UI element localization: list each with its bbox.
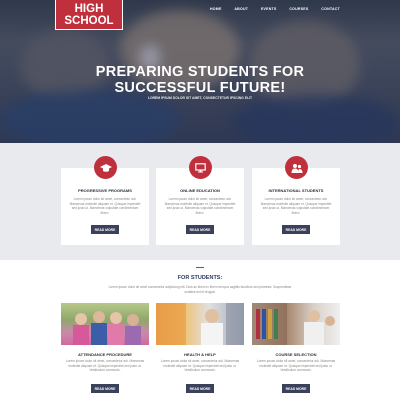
feature-card-programs: PROGRESSIVE PROGRAMS Lorem ipsum dolor s… <box>61 168 149 245</box>
column-title-health: HEALTH & HELP <box>184 352 216 357</box>
students-text: Lorem ipsum dolor sit amet consectetur a… <box>108 285 292 294</box>
hero-banner: HOME ABOUT EVENTS COURSES CONTACT HIGH S… <box>0 0 400 143</box>
hero-subtitle: LOREM IPSUM DOLOR SIT AMET, CONSECTETUR … <box>147 96 253 100</box>
feature-text: Lorem ipsum dolor sit amet, consectetur … <box>69 197 141 215</box>
monitor-icon <box>189 156 212 179</box>
course-photo <box>252 303 340 345</box>
section-divider <box>196 267 204 268</box>
read-more-button[interactable]: READ MORE <box>91 225 119 234</box>
people-icon <box>285 156 308 179</box>
main-nav: HOME ABOUT EVENTS COURSES CONTACT <box>210 0 340 18</box>
graduation-cap-icon <box>94 156 117 179</box>
nav-about[interactable]: ABOUT <box>234 7 248 11</box>
health-photo <box>156 303 244 345</box>
site-logo[interactable]: HIGH SCHOOL <box>55 0 123 30</box>
column-title-attendance: ATTENDANCE PROCEDURE <box>78 352 132 357</box>
logo-line1: HIGH <box>74 3 104 15</box>
feature-card-international: INTERNATIONAL STUDENTS Lorem ipsum dolor… <box>252 168 340 245</box>
feature-card-online: ONLINE EDUCATION Lorem ipsum dolor sit a… <box>156 168 244 245</box>
page: HOME ABOUT EVENTS COURSES CONTACT HIGH S… <box>0 0 400 400</box>
nav-contact[interactable]: CONTACT <box>321 7 340 11</box>
column-text-health: Lorem ipsum dolor sit amet, consectetur … <box>160 359 240 372</box>
read-more-button[interactable]: READ MORE <box>186 225 214 234</box>
students-title: FOR STUDENTS: <box>177 275 223 281</box>
feature-text: Lorem ipsum dolor sit amet, consectetur … <box>164 197 236 215</box>
nav-events[interactable]: EVENTS <box>261 7 277 11</box>
nav-home[interactable]: HOME <box>210 7 222 11</box>
feature-text: Lorem ipsum dolor sit amet, consectetur … <box>260 197 332 215</box>
feature-title: ONLINE EDUCATION <box>180 188 220 193</box>
column-text-course: Lorem ipsum dolor sit amet, consectetur … <box>256 359 336 372</box>
read-more-button[interactable]: READ MORE <box>186 384 214 393</box>
feature-title: PROGRESSIVE PROGRAMS <box>78 188 132 193</box>
column-title-course: COURSE SELECTION <box>275 352 317 357</box>
feature-title: INTERNATIONAL STUDENTS <box>268 188 324 193</box>
attendance-photo <box>61 303 149 345</box>
nav-courses[interactable]: COURSES <box>289 7 308 11</box>
read-more-button[interactable]: READ MORE <box>282 225 310 234</box>
read-more-button[interactable]: READ MORE <box>91 384 119 393</box>
column-text-attendance: Lorem ipsum dolor sit amet, consectetur … <box>65 359 145 372</box>
hero-title: PREPARING STUDENTS FOR SUCCESSFUL FUTURE… <box>95 64 305 96</box>
read-more-button[interactable]: READ MORE <box>282 384 310 393</box>
logo-line2: SCHOOL <box>64 15 114 27</box>
